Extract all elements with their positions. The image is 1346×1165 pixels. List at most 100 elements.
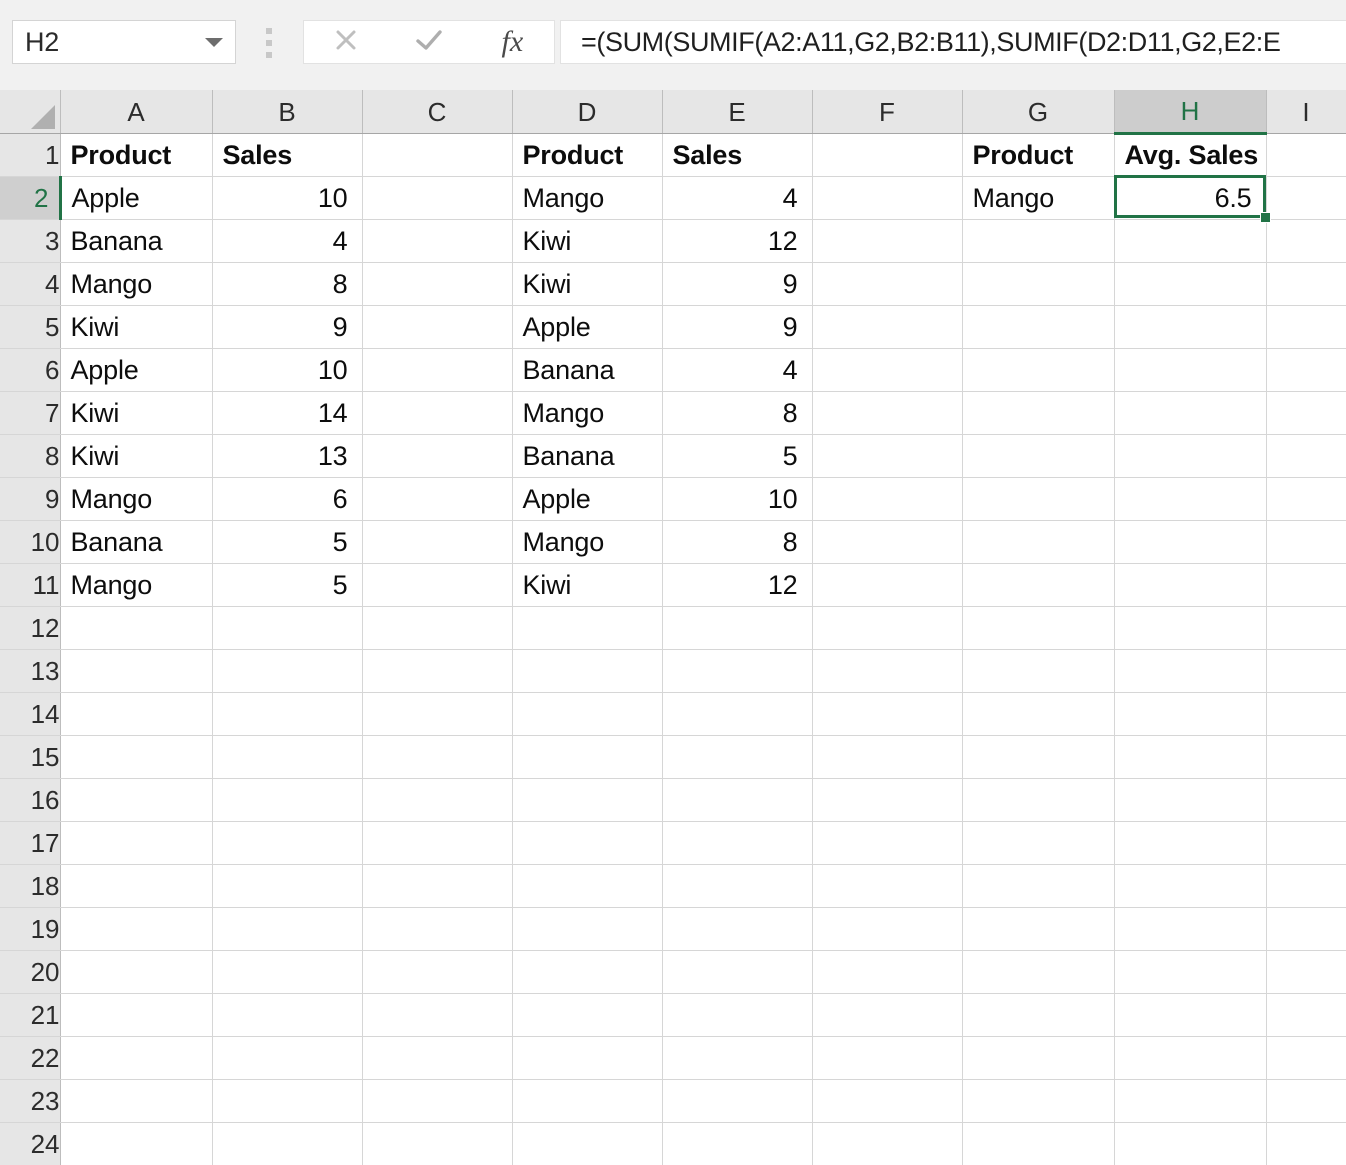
cell-B15[interactable] <box>212 735 363 779</box>
cell-E3[interactable]: 12 <box>662 219 813 263</box>
cell-B7[interactable]: 14 <box>212 391 363 435</box>
cell-H22[interactable] <box>1114 1036 1267 1080</box>
cell-H4[interactable] <box>1114 262 1267 306</box>
cell-I13[interactable] <box>1266 649 1346 693</box>
cell-F12[interactable] <box>812 606 963 650</box>
cell-G3[interactable] <box>962 219 1115 263</box>
cell-H19[interactable] <box>1114 907 1267 951</box>
cell-F10[interactable] <box>812 520 963 564</box>
cell-E5[interactable]: 9 <box>662 305 813 349</box>
cell-D6[interactable]: Banana <box>512 348 663 392</box>
row-header-14[interactable]: 14 <box>0 692 61 736</box>
cell-A9[interactable]: Mango <box>60 477 213 521</box>
cell-H18[interactable] <box>1114 864 1267 908</box>
cell-I14[interactable] <box>1266 692 1346 736</box>
cell-B12[interactable] <box>212 606 363 650</box>
cell-A19[interactable] <box>60 907 213 951</box>
row-header-3[interactable]: 3 <box>0 219 61 263</box>
cell-C1[interactable] <box>362 133 513 177</box>
cell-D4[interactable]: Kiwi <box>512 262 663 306</box>
cell-D7[interactable]: Mango <box>512 391 663 435</box>
cell-F24[interactable] <box>812 1122 963 1165</box>
fill-handle[interactable] <box>1260 212 1271 223</box>
cell-C11[interactable] <box>362 563 513 607</box>
cell-I6[interactable] <box>1266 348 1346 392</box>
cell-C15[interactable] <box>362 735 513 779</box>
cell-H13[interactable] <box>1114 649 1267 693</box>
cell-A15[interactable] <box>60 735 213 779</box>
cell-A22[interactable] <box>60 1036 213 1080</box>
cell-F21[interactable] <box>812 993 963 1037</box>
cell-B19[interactable] <box>212 907 363 951</box>
cell-C7[interactable] <box>362 391 513 435</box>
cell-E6[interactable]: 4 <box>662 348 813 392</box>
cell-I5[interactable] <box>1266 305 1346 349</box>
cell-F8[interactable] <box>812 434 963 478</box>
cell-B11[interactable]: 5 <box>212 563 363 607</box>
column-header-f[interactable]: F <box>812 90 963 134</box>
cell-C3[interactable] <box>362 219 513 263</box>
cell-A11[interactable]: Mango <box>60 563 213 607</box>
cell-C19[interactable] <box>362 907 513 951</box>
cell-I19[interactable] <box>1266 907 1346 951</box>
row-header-9[interactable]: 9 <box>0 477 61 521</box>
cell-E14[interactable] <box>662 692 813 736</box>
cell-B24[interactable] <box>212 1122 363 1165</box>
cell-B14[interactable] <box>212 692 363 736</box>
cell-C4[interactable] <box>362 262 513 306</box>
cell-G9[interactable] <box>962 477 1115 521</box>
cell-D10[interactable]: Mango <box>512 520 663 564</box>
cell-D11[interactable]: Kiwi <box>512 563 663 607</box>
name-box[interactable]: H2 <box>12 20 236 64</box>
cell-H10[interactable] <box>1114 520 1267 564</box>
cell-G7[interactable] <box>962 391 1115 435</box>
cell-F14[interactable] <box>812 692 963 736</box>
cell-D13[interactable] <box>512 649 663 693</box>
insert-function-button[interactable]: fx <box>471 27 554 57</box>
row-header-7[interactable]: 7 <box>0 391 61 435</box>
enter-button[interactable] <box>387 25 470 59</box>
cell-F4[interactable] <box>812 262 963 306</box>
cell-B2[interactable]: 10 <box>212 176 363 220</box>
cell-C9[interactable] <box>362 477 513 521</box>
cell-H20[interactable] <box>1114 950 1267 994</box>
cell-E8[interactable]: 5 <box>662 434 813 478</box>
cell-H7[interactable] <box>1114 391 1267 435</box>
cell-D24[interactable] <box>512 1122 663 1165</box>
cell-A2[interactable]: Apple <box>60 176 213 220</box>
cell-H23[interactable] <box>1114 1079 1267 1123</box>
cell-D16[interactable] <box>512 778 663 822</box>
cell-G12[interactable] <box>962 606 1115 650</box>
cell-A8[interactable]: Kiwi <box>60 434 213 478</box>
cell-C2[interactable] <box>362 176 513 220</box>
cell-A14[interactable] <box>60 692 213 736</box>
cell-D14[interactable] <box>512 692 663 736</box>
cell-B23[interactable] <box>212 1079 363 1123</box>
cell-C12[interactable] <box>362 606 513 650</box>
cell-E4[interactable]: 9 <box>662 262 813 306</box>
cell-F9[interactable] <box>812 477 963 521</box>
cell-E7[interactable]: 8 <box>662 391 813 435</box>
cell-I3[interactable] <box>1266 219 1346 263</box>
cell-I4[interactable] <box>1266 262 1346 306</box>
cell-I15[interactable] <box>1266 735 1346 779</box>
cell-C6[interactable] <box>362 348 513 392</box>
row-header-19[interactable]: 19 <box>0 907 61 951</box>
cell-H17[interactable] <box>1114 821 1267 865</box>
cell-F13[interactable] <box>812 649 963 693</box>
cell-A24[interactable] <box>60 1122 213 1165</box>
cell-E15[interactable] <box>662 735 813 779</box>
cell-H15[interactable] <box>1114 735 1267 779</box>
cell-I12[interactable] <box>1266 606 1346 650</box>
cell-C14[interactable] <box>362 692 513 736</box>
cell-H3[interactable] <box>1114 219 1267 263</box>
cell-F3[interactable] <box>812 219 963 263</box>
cell-E13[interactable] <box>662 649 813 693</box>
row-header-6[interactable]: 6 <box>0 348 61 392</box>
cell-D20[interactable] <box>512 950 663 994</box>
cell-G14[interactable] <box>962 692 1115 736</box>
cell-E23[interactable] <box>662 1079 813 1123</box>
cell-G4[interactable] <box>962 262 1115 306</box>
cell-F15[interactable] <box>812 735 963 779</box>
cell-G24[interactable] <box>962 1122 1115 1165</box>
